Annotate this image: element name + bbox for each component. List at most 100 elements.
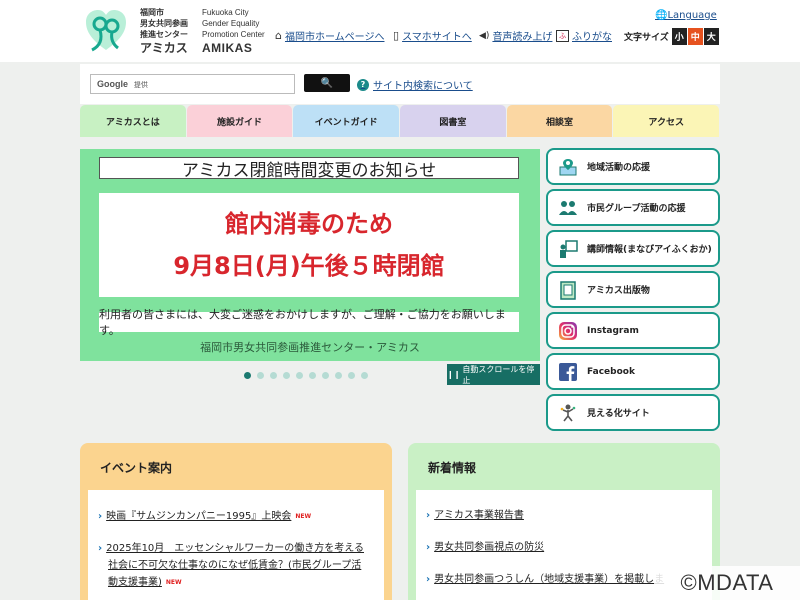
side-link-label: 市民グループ活動の応援: [587, 204, 686, 214]
chevron-right-icon: ›: [426, 542, 431, 553]
logo-jp-line-3: 推進センター: [140, 30, 188, 39]
slide-apology: 利用者の皆さまには、大変ご迷惑をおかけしますが、ご理解・ご協力をお願いします。: [99, 308, 519, 337]
language-link[interactable]: 🌐Language: [655, 10, 717, 21]
side-link-label: Facebook: [587, 366, 635, 377]
event-list: › 映画『サムジンカンパニー1995』上映会 NEW › 2025年10月 エッセンシ…: [88, 490, 384, 600]
font-size-medium-button[interactable]: 中: [687, 28, 703, 45]
chevron-right-icon: ›: [426, 510, 431, 521]
slider-dot[interactable]: [309, 372, 316, 379]
font-size-label: 文字サイズ: [624, 33, 669, 43]
side-link-label: Instagram: [587, 325, 639, 336]
nav-tab-about[interactable]: アミカスとは: [80, 105, 186, 137]
amikas-logo-icon[interactable]: [82, 6, 130, 54]
speech-reader-label: 音声読み上げ: [492, 32, 553, 43]
slide-headline: アミカス閉館時間変更のお知らせ: [99, 157, 519, 181]
side-link-facebook[interactable]: Facebook: [546, 353, 720, 390]
slider-dot[interactable]: [335, 372, 342, 379]
lecturer-icon: [557, 238, 579, 260]
side-link-label: 講師情報(まなびアイふくおか): [587, 245, 712, 255]
event-item[interactable]: › 2025年10月 エッセンシャルワーカーの働き方を考える 社会に不可欠な仕事な…: [98, 540, 364, 591]
news-item-text: 男女共同参画つうしん（地域支援事業）を掲載しま: [434, 574, 665, 585]
side-link-lecturers[interactable]: 講師情報(まなびアイふくおか): [546, 230, 720, 267]
speech-reader-link[interactable]: ◀) 音声読み上げ: [479, 28, 553, 44]
logo-en-line-1: Fukuoka City: [202, 8, 249, 17]
font-size-large-button[interactable]: 大: [703, 28, 719, 45]
smartphone-site-link[interactable]: ▯ スマホサイトへ: [393, 28, 472, 43]
speaker-icon: ◀): [479, 30, 490, 41]
map-pin-icon: [557, 156, 579, 178]
slider-dot[interactable]: [244, 372, 251, 379]
slider-dot[interactable]: [322, 372, 329, 379]
side-link-instagram[interactable]: Instagram: [546, 312, 720, 349]
chevron-right-icon: ›: [426, 574, 431, 585]
site-search-bar: Google 提供 🔍 ? サイト内検索について: [80, 64, 720, 104]
event-panel: イベント案内 › 映画『サムジンカンパニー1995』上映会 NEW › 2025年10…: [80, 443, 392, 600]
news-item[interactable]: › アミカス事業報告書: [426, 507, 524, 524]
slider-dot[interactable]: [257, 372, 264, 379]
slider-dot[interactable]: [361, 372, 368, 379]
event-item[interactable]: › 映画『サムジンカンパニー1995』上映会 NEW: [98, 508, 311, 525]
chevron-right-icon: ›: [98, 511, 103, 522]
nav-tab-facility[interactable]: 施設ガイド: [186, 105, 293, 137]
slider-dot[interactable]: [296, 372, 303, 379]
logo-en-line-3: Promotion Center: [202, 30, 265, 39]
slider-dot[interactable]: [283, 372, 290, 379]
slide-main-line-1: 館内消毒のため: [225, 210, 393, 238]
event-item-text-line-3: 動支援事業): [108, 577, 162, 588]
side-link-publications[interactable]: アミカス出版物: [546, 271, 720, 308]
news-item[interactable]: › 男女共同参画視点の防災: [426, 539, 544, 556]
side-link-community[interactable]: 地域活動の応援: [546, 148, 720, 185]
home-icon: ⌂: [275, 29, 282, 42]
side-link-label: 地域活動の応援: [587, 163, 651, 173]
news-item[interactable]: › 男女共同参画つうしん（地域支援事業）を掲載しま: [426, 571, 664, 588]
new-badge: NEW: [295, 513, 312, 520]
nav-tab-events[interactable]: イベントガイド: [293, 105, 400, 137]
logo-jp-name: アミカス: [140, 41, 188, 55]
instagram-icon: [557, 320, 579, 342]
side-link-visualization[interactable]: 見える化サイト: [546, 394, 720, 431]
news-item-text: アミカス事業報告書: [434, 510, 524, 521]
figure-icon: [557, 402, 579, 424]
search-button[interactable]: 🔍: [304, 74, 350, 92]
side-link-citizen-groups[interactable]: 市民グループ活動の応援: [546, 189, 720, 226]
search-help-label: サイト内検索について: [373, 81, 473, 92]
facebook-icon: [557, 361, 579, 383]
language-label: Language: [667, 10, 717, 21]
fukuoka-home-link[interactable]: ⌂ 福岡市ホームページへ: [275, 28, 384, 43]
site-header: 福岡市 男女共同参画 推進センター アミカス Fukuoka City Gend…: [0, 0, 800, 62]
furigana-label: ふりがな: [572, 32, 612, 43]
event-item-text: 映画『サムジンカンパニー1995』上映会: [106, 511, 292, 522]
nav-tab-counseling[interactable]: 相談室: [506, 105, 613, 137]
question-icon: ?: [357, 78, 369, 91]
event-item-text-line-2: 社会に不可欠な仕事なのになぜ低賃金？(市民グループ活: [108, 560, 362, 571]
event-panel-title: イベント案内: [100, 461, 173, 475]
pause-autoscroll-button[interactable]: ❙❙ 自動スクロールを停止: [447, 364, 540, 385]
furigana-icon: ふ: [556, 29, 569, 42]
font-size-switcher: 文字サイズ 小 中 大: [624, 28, 719, 45]
smartphone-icon: ▯: [393, 29, 400, 42]
slider-dot[interactable]: [348, 372, 355, 379]
slider-dot[interactable]: [270, 372, 277, 379]
notice-slider[interactable]: アミカス閉館時間変更のお知らせ 館内消毒のため 9月8日(月)午後５時閉館 利用…: [80, 149, 540, 361]
fukuoka-home-label: 福岡市ホームページへ: [284, 32, 385, 43]
global-nav: アミカスとは 施設ガイド イベントガイド 図書室 相談室 アクセス: [80, 105, 720, 137]
chevron-right-icon: ›: [98, 543, 103, 554]
search-help-link[interactable]: ? サイト内検索について: [357, 77, 473, 92]
logo-jp-line-2: 男女共同参画: [140, 19, 188, 28]
copyright-watermark: ©MDATA: [654, 566, 800, 600]
nav-tab-library[interactable]: 図書室: [400, 105, 506, 137]
search-icon: 🔍: [320, 77, 334, 89]
logo-english-text: Fukuoka City Gender Equality Promotion C…: [202, 7, 265, 56]
pause-icon: ❙❙: [447, 370, 461, 379]
news-panel-title: 新着情報: [428, 461, 477, 475]
slide-footer: 福岡市男女共同参画推進センター・アミカス: [200, 341, 420, 354]
font-size-small-button[interactable]: 小: [671, 28, 687, 45]
slide-main-message: 館内消毒のため 9月8日(月)午後５時閉館: [99, 193, 519, 297]
logo-en-name: AMIKAS: [202, 41, 253, 55]
furigana-link[interactable]: ふ ふりがな: [556, 28, 612, 43]
side-links: 地域活動の応援 市民グループ活動の応援 講師情報(まなびアイふくおか) アミカス…: [546, 148, 720, 435]
search-input[interactable]: Google 提供: [90, 74, 295, 94]
book-icon: [557, 279, 579, 301]
smartphone-site-label: スマホサイトへ: [402, 32, 472, 43]
nav-tab-access[interactable]: アクセス: [613, 105, 720, 137]
